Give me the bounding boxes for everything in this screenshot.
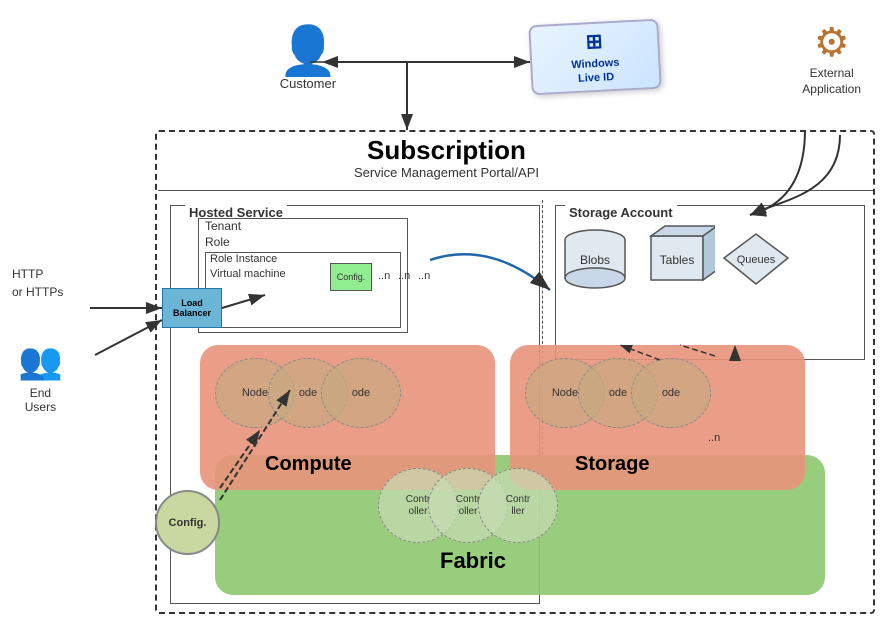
windows-live-line2: Live ID bbox=[572, 70, 621, 87]
windows-flag-icon: ⊞ bbox=[569, 27, 618, 55]
config-inner-label: Config. bbox=[337, 272, 366, 282]
external-application: ⚙︎ External Application bbox=[802, 20, 861, 97]
service-mgmt-label: Service Management Portal/API bbox=[0, 165, 893, 180]
diagram: Subscription Service Management Portal/A… bbox=[0, 0, 893, 632]
end-users: 👥 End Users bbox=[18, 340, 63, 414]
subscription-divider bbox=[158, 190, 873, 191]
customer-person: 👤 Customer bbox=[278, 28, 338, 91]
external-app-label: External Application bbox=[802, 66, 861, 97]
svg-text:Queues: Queues bbox=[737, 254, 776, 266]
blobs-shape: Blobs bbox=[560, 228, 630, 293]
windows-live-badge: ⊞ Windows Live ID bbox=[528, 19, 661, 96]
customer-label: Customer bbox=[278, 76, 338, 91]
subscription-title: Subscription bbox=[0, 135, 893, 166]
storage-label: Storage bbox=[575, 453, 649, 476]
storage-account-label: Storage Account bbox=[565, 205, 677, 220]
virtual-machine-label: Virtual machine bbox=[210, 268, 286, 280]
config-inner-box: Config. bbox=[330, 263, 372, 291]
load-balancer: Load Balancer bbox=[162, 288, 222, 328]
role-instance-label: Role Instance bbox=[210, 253, 277, 265]
customer-icon: 👤 bbox=[278, 28, 338, 76]
queues-shape: Queues bbox=[722, 232, 790, 290]
svg-text:Blobs: Blobs bbox=[580, 253, 610, 267]
http-label: HTTP or HTTPs bbox=[12, 265, 63, 301]
svg-text:Tables: Tables bbox=[660, 253, 695, 267]
compute-node-3: ode bbox=[321, 358, 401, 428]
end-users-label: End Users bbox=[18, 386, 63, 414]
fabric-label: Fabric bbox=[440, 548, 506, 574]
dot-n-2: ..n bbox=[398, 270, 410, 282]
controller-3: Contr ller bbox=[478, 468, 558, 543]
end-users-icon: 👥 bbox=[18, 340, 63, 382]
gears-icon: ⚙︎ bbox=[802, 20, 861, 66]
config-cylinder: Config. bbox=[155, 490, 220, 555]
tables-shape: Tables bbox=[643, 222, 715, 290]
dot-n-3: ..n bbox=[418, 270, 430, 282]
tenant-label: Tenant bbox=[205, 219, 241, 233]
compute-label: Compute bbox=[265, 453, 352, 476]
storage-dot-n: ..n bbox=[708, 432, 720, 444]
dot-n-1: ..n bbox=[378, 270, 390, 282]
storage-node-3: ode bbox=[631, 358, 711, 428]
role-label: Role bbox=[205, 235, 230, 249]
